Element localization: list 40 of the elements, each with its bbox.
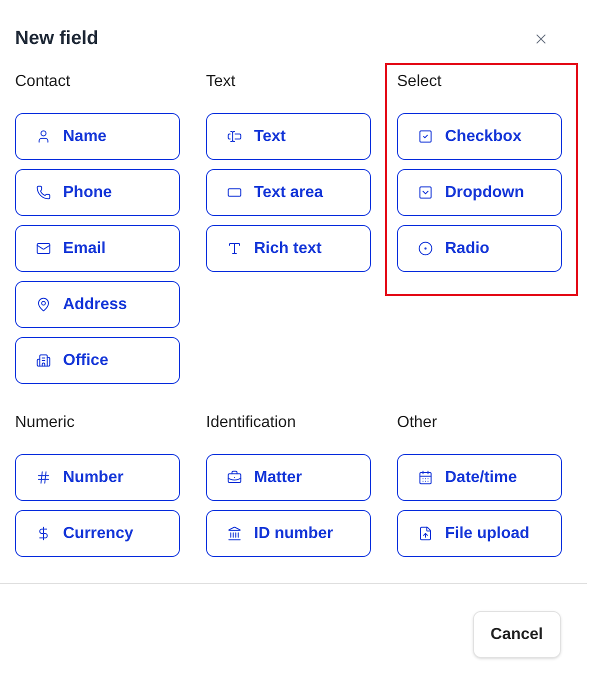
section-title: Other bbox=[397, 413, 438, 433]
radio-icon bbox=[418, 241, 433, 256]
field-type-button[interactable]: ID number bbox=[206, 510, 371, 557]
field-type-button[interactable]: Email bbox=[15, 225, 180, 272]
field-type-button[interactable]: Text bbox=[206, 113, 371, 160]
phone-icon bbox=[36, 185, 51, 200]
section-title: Numeric bbox=[15, 413, 76, 433]
dialog-title: New field bbox=[15, 26, 98, 51]
section-title: Select bbox=[397, 72, 442, 92]
field-type-button[interactable]: Name bbox=[15, 113, 180, 160]
checkbox-icon bbox=[418, 129, 433, 144]
briefcase-icon bbox=[227, 470, 242, 485]
field-type-button[interactable]: Address bbox=[15, 281, 180, 328]
bank-icon bbox=[227, 526, 242, 541]
cancel-button[interactable]: Cancel bbox=[472, 611, 561, 658]
field-type-button[interactable]: Rich text bbox=[206, 225, 371, 272]
field-type-button[interactable]: Checkbox bbox=[397, 113, 562, 160]
field-type-button[interactable]: File upload bbox=[397, 510, 562, 557]
field-type-button[interactable]: Dropdown bbox=[397, 169, 562, 216]
building-icon bbox=[36, 353, 51, 368]
file-upload-icon bbox=[418, 526, 433, 541]
calendar-icon bbox=[418, 470, 433, 485]
map-pin-icon bbox=[36, 297, 51, 312]
field-type-button[interactable]: Office bbox=[15, 337, 180, 384]
text-cursor-icon bbox=[227, 129, 242, 144]
field-type-button[interactable]: Number bbox=[15, 454, 180, 501]
dropdown-icon bbox=[418, 185, 433, 200]
section-title: Contact bbox=[15, 72, 72, 92]
field-type-button[interactable]: Phone bbox=[15, 169, 180, 216]
person-icon bbox=[36, 129, 51, 144]
field-type-button[interactable]: Radio bbox=[397, 225, 562, 272]
envelope-icon bbox=[36, 241, 51, 256]
section-title: Text bbox=[206, 72, 236, 92]
section-title: Identification bbox=[206, 413, 297, 433]
field-type-button[interactable]: Matter bbox=[206, 454, 371, 501]
hash-icon bbox=[36, 470, 51, 485]
field-type-button[interactable]: Date/time bbox=[397, 454, 562, 501]
text-size-icon bbox=[227, 241, 242, 256]
field-type-button[interactable]: Currency bbox=[15, 510, 180, 557]
field-type-button[interactable]: Text area bbox=[206, 169, 371, 216]
